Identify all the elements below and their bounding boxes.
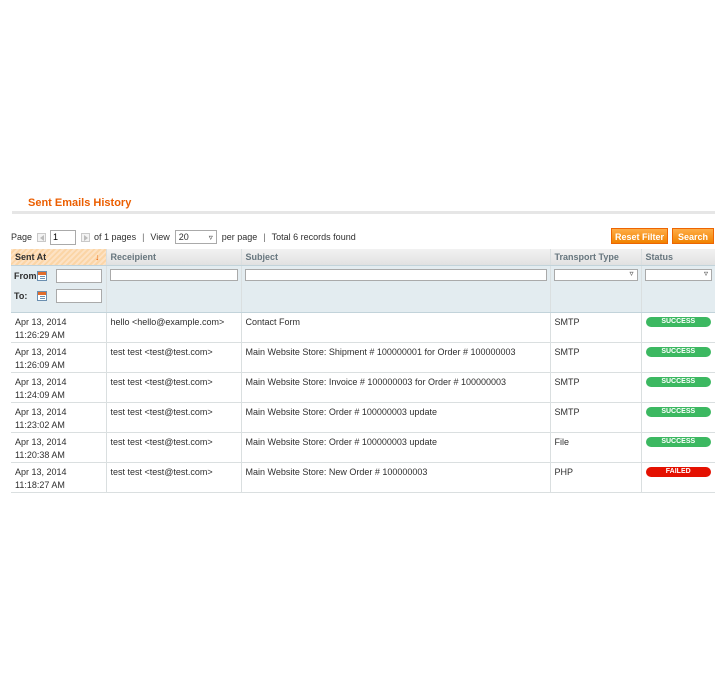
recipient-cell: test test <test@test.com>	[106, 402, 242, 433]
recipient-filter	[106, 265, 242, 313]
chevron-down-icon: ▿	[703, 268, 708, 278]
chevron-down-icon: ▿	[208, 232, 213, 242]
status-cell: SUCCESS	[641, 342, 715, 373]
recipient-cell: test test <test@test.com>	[106, 372, 242, 403]
total-records-label: Total 6 records found	[271, 232, 356, 242]
subject-cell: Main Website Store: New Order # 10000000…	[241, 462, 551, 493]
table-row[interactable]: Apr 13, 2014 11:18:27 AM test test <test…	[11, 462, 715, 493]
status-badge: SUCCESS	[645, 376, 711, 387]
search-button[interactable]: Search	[672, 228, 714, 244]
title-divider	[12, 211, 715, 214]
subject-filter	[241, 265, 551, 313]
transport-cell: File	[550, 432, 642, 463]
status-badge: FAILED	[645, 466, 711, 477]
subject-cell: Contact Form	[241, 312, 551, 343]
status-filter: ▿	[641, 265, 715, 313]
sent-emails-grid: Sent At ↓ Receipient Subject Transport Ty…	[11, 249, 715, 493]
table-row[interactable]: Apr 13, 2014 11:23:02 AM test test <test…	[11, 402, 715, 433]
transport-type-filter: ▿	[550, 265, 642, 313]
subject-cell: Main Website Store: Order # 100000003 up…	[241, 402, 551, 433]
status-cell: SUCCESS	[641, 312, 715, 343]
recipient-cell: test test <test@test.com>	[106, 462, 242, 493]
table-row[interactable]: Apr 13, 2014 11:24:09 AM test test <test…	[11, 372, 715, 403]
sent-at-cell: Apr 13, 2014 11:26:29 AM	[11, 312, 107, 343]
view-per-page-select[interactable]: 20 ▿	[174, 230, 217, 244]
subject-cell: Main Website Store: Order # 100000003 up…	[241, 432, 551, 463]
transport-cell: SMTP	[550, 372, 642, 403]
column-header-status[interactable]: Status	[641, 249, 715, 266]
sent-at-filter: From: To:	[11, 265, 107, 313]
transport-cell: SMTP	[550, 342, 642, 373]
arrow-right-icon[interactable]	[81, 232, 91, 242]
sent-at-cell: Apr 13, 2014 11:24:09 AM	[11, 372, 107, 403]
reset-filter-button[interactable]: Reset Filter	[611, 228, 668, 244]
page-input[interactable]	[50, 229, 77, 245]
table-row[interactable]: Apr 13, 2014 11:20:38 AM test test <test…	[11, 432, 715, 463]
to-date-input[interactable]	[56, 288, 102, 303]
transport-type-select[interactable]: ▿	[553, 268, 638, 281]
status-select[interactable]: ▿	[644, 268, 712, 281]
status-badge: SUCCESS	[645, 316, 711, 327]
status-cell: SUCCESS	[641, 402, 715, 433]
subject-filter-input[interactable]	[244, 268, 547, 281]
transport-cell: SMTP	[550, 402, 642, 433]
subject-cell: Main Website Store: Shipment # 100000001…	[241, 342, 551, 373]
page-label: Page	[11, 232, 33, 242]
table-row[interactable]: Apr 13, 2014 11:26:09 AM test test <test…	[11, 342, 715, 373]
recipient-filter-input[interactable]	[109, 268, 238, 281]
pager: Page of 1 pages | View 20 ▿ per page | T…	[11, 229, 356, 245]
per-page-label: per page	[221, 232, 258, 242]
chevron-down-icon: ▿	[629, 268, 634, 278]
from-label: From:	[14, 270, 40, 281]
column-header-sent-at[interactable]: Sent At ↓	[11, 249, 107, 266]
column-header-subject[interactable]: Subject	[241, 249, 551, 266]
of-pages-label: of 1 pages	[94, 232, 137, 242]
status-badge: SUCCESS	[645, 436, 711, 447]
sort-arrow-down-icon: ↓	[95, 252, 100, 262]
sent-at-cell: Apr 13, 2014 11:18:27 AM	[11, 462, 107, 493]
arrow-left-icon[interactable]	[37, 232, 47, 242]
table-row[interactable]: Apr 13, 2014 11:26:29 AM hello <hello@ex…	[11, 312, 715, 343]
status-cell: SUCCESS	[641, 432, 715, 463]
view-label: View	[150, 232, 170, 242]
to-label: To:	[14, 290, 28, 301]
status-badge: SUCCESS	[645, 406, 711, 417]
recipient-cell: hello <hello@example.com>	[106, 312, 242, 343]
column-header-transport-type[interactable]: Transport Type	[550, 249, 642, 266]
view-select-value: 20	[178, 232, 189, 242]
calendar-icon[interactable]	[37, 270, 47, 281]
page-title: Sent Emails History	[28, 197, 132, 209]
sent-at-cell: Apr 13, 2014 11:20:38 AM	[11, 432, 107, 463]
filter-row: From: To: ▿ ▿	[11, 265, 715, 313]
transport-cell: PHP	[550, 462, 642, 493]
sent-at-cell: Apr 13, 2014 11:26:09 AM	[11, 342, 107, 373]
transport-cell: SMTP	[550, 312, 642, 343]
status-cell: SUCCESS	[641, 372, 715, 403]
from-date-input[interactable]	[56, 268, 102, 283]
column-header-recipient[interactable]: Receipient	[106, 249, 242, 266]
status-badge: SUCCESS	[645, 346, 711, 357]
sent-at-cell: Apr 13, 2014 11:23:02 AM	[11, 402, 107, 433]
status-cell: FAILED	[641, 462, 715, 493]
recipient-cell: test test <test@test.com>	[106, 342, 242, 373]
recipient-cell: test test <test@test.com>	[106, 432, 242, 463]
pager-separator: |	[142, 232, 145, 242]
subject-cell: Main Website Store: Invoice # 100000003 …	[241, 372, 551, 403]
column-header-label: Sent At	[15, 251, 47, 262]
pager-separator: |	[263, 232, 266, 242]
calendar-icon[interactable]	[37, 290, 47, 301]
